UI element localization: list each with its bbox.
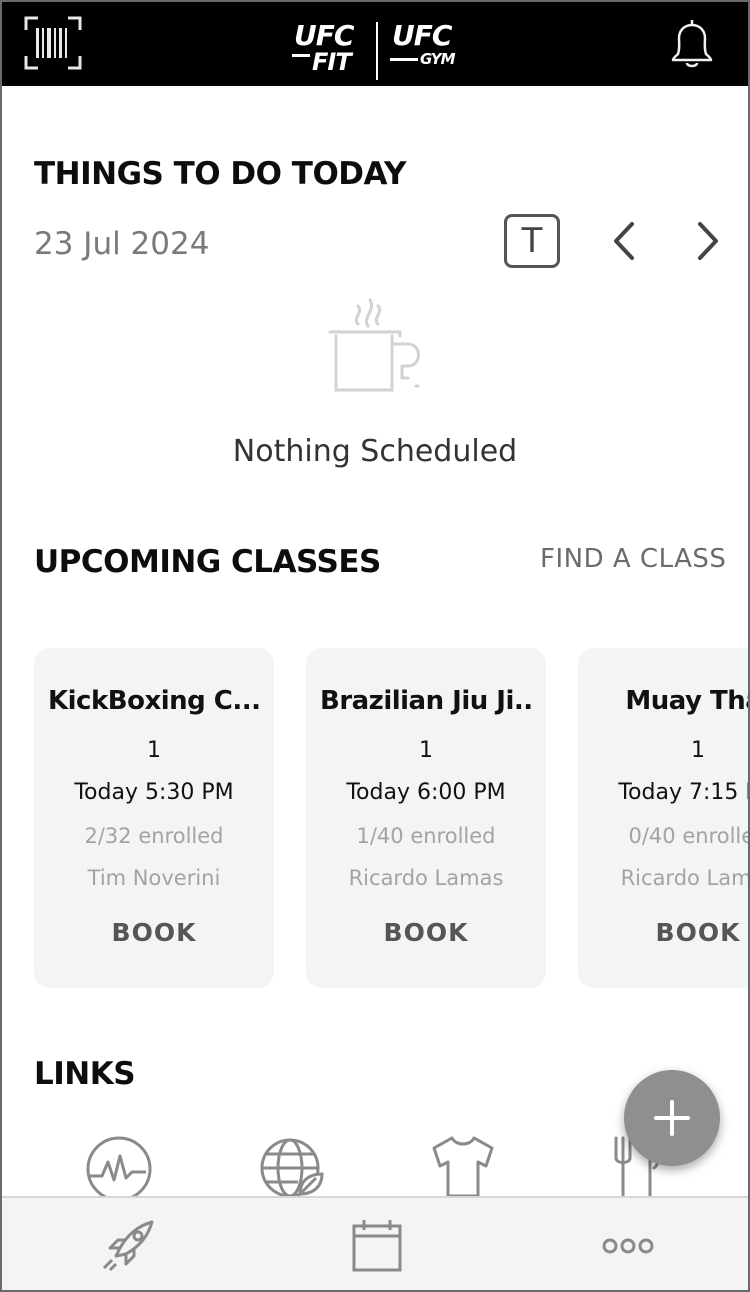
previous-day-chevron-icon[interactable] bbox=[608, 218, 638, 264]
current-date: 23 Jul 2024 bbox=[34, 226, 210, 262]
class-cards-carousel[interactable]: KickBoxing C... 1 Today 5:30 PM 2/32 enr… bbox=[34, 648, 748, 988]
class-count: 1 bbox=[147, 738, 161, 763]
shirt-icon[interactable] bbox=[428, 1132, 498, 1198]
class-enrolled: 2/32 enrolled bbox=[84, 824, 224, 848]
book-button[interactable]: BOOK bbox=[578, 918, 748, 947]
today-button[interactable]: T bbox=[504, 214, 560, 268]
class-instructor: Ricardo Lamas bbox=[348, 866, 504, 890]
class-name: Brazilian Jiu Ji... bbox=[320, 686, 532, 716]
bottom-tab-bar bbox=[2, 1196, 748, 1290]
class-enrolled: 0/40 enrolled bbox=[628, 824, 748, 848]
heart-rate-icon[interactable] bbox=[84, 1132, 154, 1202]
next-day-chevron-icon[interactable] bbox=[694, 218, 724, 264]
top-bar: UFC FIT UFC GYM bbox=[2, 2, 748, 86]
nothing-scheduled-message: Nothing Scheduled bbox=[232, 434, 518, 469]
class-time: Today 6:00 PM bbox=[346, 780, 506, 805]
upcoming-classes-heading: UPCOMING CLASSES bbox=[34, 544, 381, 580]
class-name: Muay Thai bbox=[625, 686, 748, 716]
find-a-class-link[interactable]: FIND A CLASS bbox=[540, 544, 726, 574]
class-time: Today 5:30 PM bbox=[74, 780, 234, 805]
more-icon[interactable] bbox=[598, 1218, 658, 1274]
barcode-scan-icon[interactable] bbox=[24, 14, 82, 72]
app-screen: UFC FIT UFC GYM THINGS TO DO TODAY 23 Ju… bbox=[0, 0, 750, 1292]
class-count: 1 bbox=[419, 738, 433, 763]
globe-leaf-icon[interactable] bbox=[258, 1132, 328, 1198]
class-count: 1 bbox=[691, 738, 705, 763]
ufc-fit-gym-logo: UFC FIT UFC GYM bbox=[292, 20, 464, 82]
book-button[interactable]: BOOK bbox=[306, 918, 546, 947]
class-card[interactable]: Brazilian Jiu Ji... 1 Today 6:00 PM 1/40… bbox=[306, 648, 546, 988]
class-enrolled: 1/40 enrolled bbox=[356, 824, 496, 848]
class-time: Today 7:15 PM bbox=[618, 780, 748, 805]
logo-fit-text: FIT bbox=[312, 48, 352, 76]
logo-ufc-text: UFC bbox=[294, 19, 354, 52]
plus-icon bbox=[654, 1100, 690, 1136]
class-card[interactable]: KickBoxing C... 1 Today 5:30 PM 2/32 enr… bbox=[34, 648, 274, 988]
logo-ufc-gym-text: UFC bbox=[392, 19, 452, 52]
rocket-icon[interactable] bbox=[98, 1218, 158, 1274]
book-button[interactable]: BOOK bbox=[34, 918, 274, 947]
things-to-do-heading: THINGS TO DO TODAY bbox=[34, 156, 407, 192]
logo-gym-text: GYM bbox=[420, 50, 455, 68]
links-heading: LINKS bbox=[34, 1056, 136, 1092]
class-card[interactable]: Muay Thai 1 Today 7:15 PM 0/40 enrolled … bbox=[578, 648, 748, 988]
class-name: KickBoxing C... bbox=[48, 686, 260, 716]
add-fab-button[interactable] bbox=[624, 1070, 720, 1166]
class-instructor: Tim Noverini bbox=[87, 866, 221, 890]
class-instructor: Ricardo Lamas bbox=[620, 866, 748, 890]
calendar-icon[interactable] bbox=[348, 1218, 408, 1274]
bell-icon[interactable] bbox=[666, 16, 718, 70]
coffee-cup-icon bbox=[322, 296, 432, 400]
